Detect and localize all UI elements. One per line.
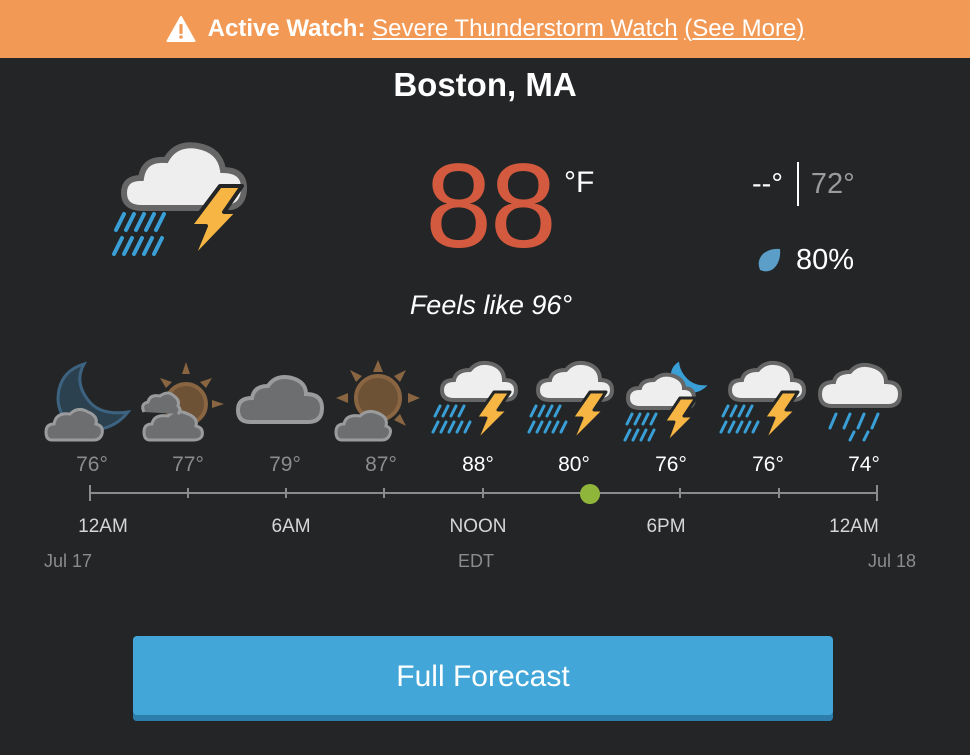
timeline-tick — [778, 488, 780, 498]
rain-icon — [817, 362, 903, 442]
thunderstorm-icon — [431, 360, 519, 444]
partly-sunny-icon — [334, 360, 420, 442]
warning-icon — [166, 16, 196, 42]
timeline-label: 6PM — [646, 516, 686, 537]
timeline-label: 12AM — [78, 516, 128, 537]
high-low: --° 72° — [752, 162, 855, 206]
alert-banner: Active Watch: Severe Thunderstorm Watch … — [0, 0, 970, 58]
temperature-unit: °F — [564, 166, 595, 199]
timeline-tick — [187, 488, 189, 498]
start-date: Jul 17 — [44, 551, 93, 571]
alert-label: Active Watch: — [207, 15, 366, 42]
thunderstorm-icon — [719, 360, 807, 444]
timezone-label: EDT — [458, 551, 494, 571]
hourly-temp: 79° — [269, 453, 301, 476]
precipitation-chance: 80% — [796, 244, 855, 276]
feels-like: Feels like 96° — [409, 290, 573, 320]
night-thunderstorm-icon — [623, 358, 713, 446]
timeline-tick — [876, 485, 878, 501]
timeline-tick — [285, 488, 287, 498]
timeline-tick — [383, 488, 385, 498]
current-temperature: 88 — [425, 139, 556, 273]
hourly-temp: 76° — [752, 453, 784, 476]
hourly-temp: 77° — [172, 453, 204, 476]
hourly-temp: 74° — [848, 453, 880, 476]
cloudy-icon — [236, 375, 325, 424]
hourly-temp: 88° — [462, 453, 494, 476]
end-date: Jul 18 — [868, 551, 917, 571]
hourly-temp: 76° — [655, 453, 687, 476]
alert-title-link[interactable]: Severe Thunderstorm Watch — [372, 15, 677, 43]
sun-cloudy-icon — [141, 362, 224, 442]
raindrop-icon — [758, 248, 781, 271]
current-time-indicator — [580, 484, 600, 504]
hourly-temp: 80° — [558, 453, 590, 476]
high-temp: --° — [752, 167, 783, 200]
location-title: Boston, MA — [393, 66, 577, 103]
timeline-tick — [482, 488, 484, 498]
timeline-label: 12AM — [829, 516, 879, 537]
night-cloudy-icon — [44, 361, 132, 442]
low-temp: 72° — [810, 167, 855, 200]
thunderstorm-rain-icon — [112, 142, 248, 262]
thunderstorm-icon — [527, 360, 615, 444]
hourly-temp: 87° — [365, 453, 397, 476]
precipitation: 80% — [756, 244, 854, 277]
full-forecast-button[interactable]: Full Forecast — [133, 636, 833, 721]
hourly-temp: 76° — [76, 453, 108, 476]
timeline-tick — [89, 485, 91, 501]
high-low-divider — [796, 162, 799, 206]
timeline-tick — [679, 488, 681, 498]
see-more-link[interactable]: (See More) — [684, 15, 804, 43]
timeline-label: NOON — [449, 516, 507, 537]
timeline-label: 6AM — [271, 516, 311, 537]
